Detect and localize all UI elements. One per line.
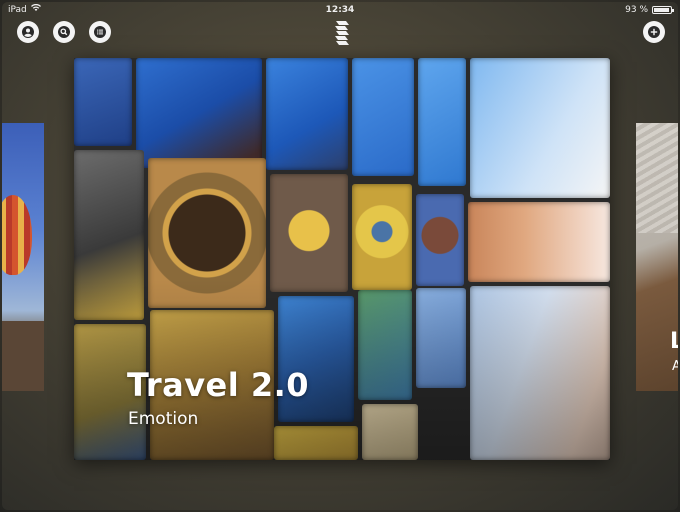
person-icon	[22, 23, 34, 42]
status-time: 12:34	[325, 5, 355, 15]
battery-percent: 93 %	[625, 5, 648, 15]
next-card-subtitle: A	[672, 359, 678, 374]
battery-level-fill	[654, 8, 669, 12]
search-button[interactable]	[53, 21, 75, 43]
list-icon	[94, 23, 106, 42]
plus-icon	[648, 23, 660, 42]
battery-icon	[652, 6, 674, 14]
fabric-image	[636, 123, 678, 233]
story-card-previous[interactable]	[2, 123, 44, 391]
next-card-title: L	[670, 329, 678, 354]
story-card-next[interactable]: L A	[636, 123, 678, 391]
status-bar: iPad 12:34 93 %	[2, 2, 678, 18]
search-icon	[58, 23, 70, 42]
add-button[interactable]	[643, 21, 665, 43]
hot-air-balloon-image	[2, 195, 32, 275]
status-right: 93 %	[625, 2, 674, 18]
landscape-image	[2, 321, 44, 391]
story-card-main[interactable]: Travel 2.0 Emotion	[74, 58, 610, 460]
menu-button[interactable]	[89, 21, 111, 43]
profile-button[interactable]	[17, 21, 39, 43]
story-title: Travel 2.0	[127, 366, 310, 404]
story-subtitle: Emotion	[128, 409, 199, 429]
storehouse-logo[interactable]	[332, 19, 352, 47]
app-screen: iPad 12:34 93 % L A Travel 2.0 Emotion	[2, 2, 678, 510]
